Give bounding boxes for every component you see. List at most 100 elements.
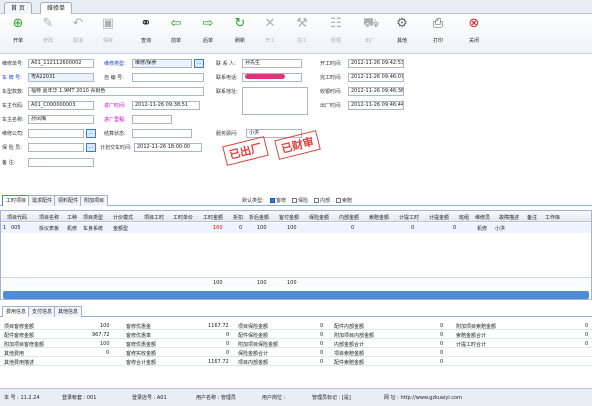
- other-button[interactable]: ⚙ 其他: [388, 17, 416, 51]
- fee-row: 附加项目客修金额 100 客修优惠金额 0 附加项目保险金额 0 内部金额合计 …: [0, 340, 592, 348]
- contact-field[interactable]: 孙先生: [242, 59, 302, 68]
- plate-field[interactable]: 粤A22031: [28, 73, 94, 82]
- plan-time-field[interactable]: 2012-11-26 18:00:00: [134, 143, 202, 152]
- save-button[interactable]: ▣ 保存: [94, 17, 122, 51]
- tab-payment-info[interactable]: 支付信息: [28, 306, 57, 317]
- entry-time-field[interactable]: 2012-11-26 09:38:51: [132, 101, 200, 110]
- sum-labor-amount: 100: [213, 280, 223, 286]
- exited-stamp: 已出厂: [222, 136, 269, 166]
- repair-type-picker-button[interactable]: …: [194, 59, 204, 68]
- tab-repair-order[interactable]: 维修单: [40, 2, 73, 14]
- order-header-form: 维修单号: A01_112112600002 车 牌 号: 粤A22031 车型…: [0, 55, 592, 190]
- finish-time-label: 完工时间:: [320, 75, 342, 81]
- col-net-amount[interactable]: 折后金额: [249, 214, 269, 221]
- detail-tabs: 工时项目 需求配件 领料配件 附加项目 默认类型: 客修 保险 内部 索赔: [0, 193, 592, 206]
- tab-labor-items[interactable]: 工时项目: [2, 195, 31, 206]
- insurer-picker-button[interactable]: …: [86, 143, 96, 152]
- finish-work-button[interactable]: ⚒ 完工: [288, 17, 316, 51]
- contact-label: 联 系 人:: [216, 61, 236, 67]
- table-row[interactable]: 1 005 拆仪表板 机修 车身系统 金额型 100 0 100 100 0 0…: [1, 223, 591, 233]
- repair-type-select[interactable]: 维修/保养: [132, 59, 192, 68]
- col-labor-hours[interactable]: 项目工时: [144, 214, 164, 221]
- remark-field[interactable]: [28, 158, 94, 167]
- phone-field[interactable]: [242, 73, 302, 82]
- col-accrual-amount[interactable]: 计提金额: [429, 214, 449, 221]
- repair-company-label: 维修公司:: [2, 131, 24, 137]
- address-field[interactable]: [242, 87, 308, 115]
- owner-name-field[interactable]: 孙凤梅: [28, 115, 94, 124]
- checkbox-icon: [314, 198, 319, 203]
- fee-row: 项目客修金额 100 客修优惠金 1167.72 项目保险金额 0 配件内部金额…: [0, 322, 592, 330]
- type-option-insurance[interactable]: 保险: [292, 197, 308, 204]
- repair-company-field[interactable]: [28, 129, 84, 138]
- repair-type-label: 维修类型:: [104, 61, 126, 67]
- tab-picked-parts[interactable]: 领料配件: [54, 195, 83, 206]
- tab-home[interactable]: 首 页: [4, 2, 32, 14]
- self-no-field[interactable]: [132, 73, 204, 82]
- entry-mileage-label: 进厂里程:: [104, 117, 126, 123]
- col-work-type[interactable]: 工种: [67, 214, 77, 221]
- cash-time-field[interactable]: 2012-11-26 09:46:36: [348, 87, 404, 96]
- print-button[interactable]: ⎙ 打印: [424, 17, 452, 51]
- arrow-left-icon: ⇦: [170, 16, 182, 31]
- car-icon: ⛟: [363, 16, 380, 31]
- insurer-field[interactable]: [28, 143, 84, 152]
- gear-icon: ⚙: [396, 16, 408, 31]
- start-work-button[interactable]: ✕ 开工: [256, 17, 284, 51]
- close-button[interactable]: ⊗ 关闭: [460, 17, 488, 51]
- prev-order-button[interactable]: ⇦ 前单: [162, 17, 190, 51]
- start-time-label: 开工时间:: [320, 61, 342, 67]
- finish-time-field[interactable]: 2012-11-26 09:46:07: [348, 73, 404, 82]
- col-accrual-hours[interactable]: 计提工时: [399, 214, 419, 221]
- window-tabbar: 首 页 维修单: [0, 0, 592, 14]
- settle-status-label: 结算状态:: [104, 131, 126, 137]
- out-time-field[interactable]: 2012-11-26 09:46:44: [348, 101, 404, 110]
- tab-fee-info[interactable]: 费用信息: [2, 306, 31, 317]
- type-option-internal[interactable]: 内部: [314, 197, 330, 204]
- col-item-code[interactable]: 项目代码: [7, 214, 27, 221]
- type-option-customer[interactable]: 客修: [270, 197, 286, 204]
- order-no-field[interactable]: A01_112112600002: [28, 59, 94, 68]
- start-time-field[interactable]: 2012-11-26 09:42:53: [348, 59, 404, 68]
- new-order-button[interactable]: ⊕ 开单: [4, 17, 32, 51]
- company-picker-button[interactable]: …: [86, 129, 96, 138]
- settle-status-field[interactable]: [132, 129, 192, 138]
- col-fault-desc[interactable]: 故障描述: [499, 214, 519, 221]
- col-remark[interactable]: 备注: [527, 214, 537, 221]
- refresh-button[interactable]: ↻ 刷新: [226, 17, 254, 51]
- tab-other-info[interactable]: 其他信息: [54, 306, 83, 317]
- col-item-type[interactable]: 项目类型: [83, 214, 103, 221]
- col-mechanic[interactable]: 维修员: [475, 214, 490, 221]
- col-discount[interactable]: 折扣: [233, 214, 243, 221]
- col-team[interactable]: 班组: [459, 214, 469, 221]
- col-internal-amount[interactable]: 内部金额: [339, 214, 359, 221]
- cell-discount: 0: [239, 225, 243, 231]
- edit-button[interactable]: ✎ 修改: [34, 17, 62, 51]
- tab-required-parts[interactable]: 需求配件: [28, 195, 57, 206]
- col-insurance-amount[interactable]: 保险金额: [309, 214, 329, 221]
- cell-accrual-amount: 0: [453, 225, 457, 231]
- cancel-button[interactable]: ↶ 取消: [64, 17, 92, 51]
- query-button[interactable]: ⚭ 查询: [132, 17, 160, 51]
- col-customer-amount[interactable]: 客付金额: [279, 214, 299, 221]
- website-link[interactable]: 网 址 : http://www.gzkuaiyi.com: [384, 394, 462, 401]
- cell-mechanic: 小洪: [495, 226, 506, 232]
- next-order-button[interactable]: ⇨ 后单: [194, 17, 222, 51]
- plate-label: 车 牌 号:: [2, 75, 22, 81]
- col-labor-rate[interactable]: 工时单价: [173, 214, 193, 221]
- cashier-button[interactable]: ☷ 收银: [322, 17, 350, 51]
- undo-icon: ↶: [72, 16, 84, 31]
- col-workshop[interactable]: 工作库: [545, 214, 560, 221]
- exit-factory-button[interactable]: ⛟ 出厂: [356, 17, 384, 51]
- col-price-mode[interactable]: 计价模式: [113, 214, 133, 221]
- tab-extra-items[interactable]: 附加项目: [80, 195, 109, 206]
- type-option-warranty[interactable]: 索赔: [336, 197, 352, 204]
- col-warranty-amount[interactable]: 索赔金额: [369, 214, 389, 221]
- model-field[interactable]: 福特 嘉年华 1.9MT 2010 青铜色: [28, 87, 204, 96]
- labor-items-grid: 项目代码 项目名称 工种 项目类型 计价模式 项目工时 工时单价 工时金额 折扣…: [0, 210, 592, 300]
- col-labor-amount[interactable]: 工时金额: [203, 214, 223, 221]
- owner-code-field[interactable]: A01_C000000003: [28, 101, 94, 110]
- horizontal-scrollbar[interactable]: [3, 291, 589, 299]
- entry-mileage-field[interactable]: [132, 115, 172, 124]
- col-item-name[interactable]: 项目名称: [39, 214, 59, 221]
